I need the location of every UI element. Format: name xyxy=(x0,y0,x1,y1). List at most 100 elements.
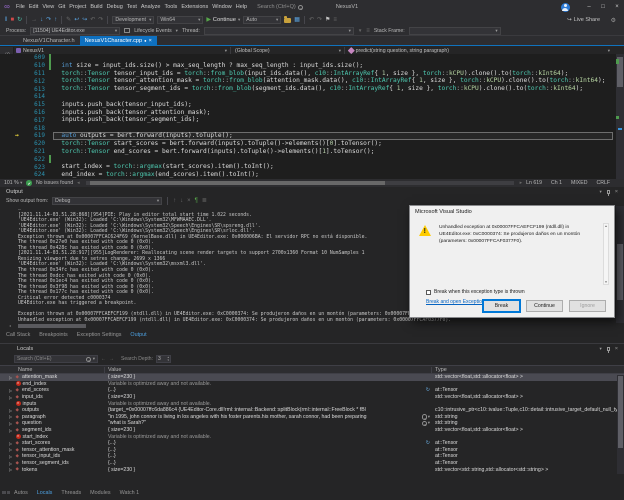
expand-icon[interactable]: ▷ xyxy=(9,467,14,472)
close-button[interactable]: × xyxy=(610,0,624,14)
menu-git[interactable]: Git xyxy=(56,4,67,10)
breakpoint-margin[interactable] xyxy=(15,62,23,70)
search-depth-stepper[interactable]: 3 ▴ ▾ xyxy=(155,355,171,363)
dialog-scrollbar[interactable]: ▴ ▾ xyxy=(603,223,609,285)
navigate-forward-icon[interactable]: ↪ xyxy=(82,15,87,25)
breakpoint-margin[interactable] xyxy=(15,171,23,179)
menu-analyze[interactable]: Analyze xyxy=(139,4,163,10)
table-row[interactable]: × end_index Variable is optimized away and… xyxy=(0,381,624,388)
table-row[interactable]: ▷ ◆ segment_ids{ size=230 } std::vector<flo… xyxy=(0,427,624,434)
flag-threads-icon[interactable]: ≡ xyxy=(366,26,370,36)
expand-icon[interactable]: ▷ xyxy=(9,421,14,426)
breakpoint-margin[interactable] xyxy=(15,140,23,148)
minimize-button[interactable]: – xyxy=(582,0,596,14)
visualizer-button[interactable]: ▾ xyxy=(421,420,432,427)
expand-icon[interactable]: ▷ xyxy=(9,461,14,466)
tab-threads[interactable]: Threads xyxy=(61,490,81,496)
code-line[interactable]: 613 torch::Tensor tensor_segment_ids = to… xyxy=(15,85,616,93)
visualizer-button[interactable]: ▾ xyxy=(421,414,432,420)
table-row[interactable]: ▷ ◆ attention_mask{ size=230 } std::vector<… xyxy=(0,374,624,381)
filter-threads-icon[interactable]: ▼ xyxy=(358,26,362,36)
menu-tools[interactable]: Tools xyxy=(162,4,179,10)
breakpoint-margin[interactable] xyxy=(15,85,23,93)
solution-platform-dropdown[interactable]: Win64 ▾ xyxy=(157,16,204,24)
next-message-icon[interactable]: ↓ xyxy=(180,196,183,206)
checkbox-icon[interactable] xyxy=(426,289,431,295)
expand-icon[interactable]: ▷ xyxy=(9,454,14,459)
continue-button[interactable]: ▶ Continue ▾ xyxy=(206,17,240,23)
breakpoint-margin[interactable] xyxy=(15,54,23,62)
table-row[interactable]: × start_index Variable is optimized away a… xyxy=(0,433,624,440)
tab-nexusv1character.h[interactable]: NexusV1Character.h xyxy=(18,36,80,45)
clear-all-icon[interactable]: × xyxy=(187,196,191,206)
table-row[interactable]: ▷ ◆ end_scores {...} ↻ at::Tensor xyxy=(0,387,624,394)
menu-window[interactable]: Window xyxy=(210,4,234,10)
tab-modules[interactable]: Modules xyxy=(90,490,110,496)
pin-icon[interactable] xyxy=(606,189,610,197)
lifecycle-events-button[interactable]: Lifecycle Events xyxy=(134,28,171,34)
code-line[interactable]: 622 xyxy=(15,155,616,164)
break-button[interactable]: Break xyxy=(483,300,520,312)
close-icon[interactable]: × xyxy=(615,346,618,352)
tab-autos[interactable]: Autos xyxy=(14,490,28,496)
undo-icon[interactable]: ↶ xyxy=(90,15,95,25)
redo-icon[interactable]: ↷ xyxy=(98,15,103,25)
breakpoint-margin[interactable] xyxy=(15,163,23,171)
table-row[interactable]: ▷ ◆ input_ids{ size=230 } std::vector<float… xyxy=(0,394,624,401)
member-dropdown[interactable]: predict(string question, string paragrap… xyxy=(348,47,620,54)
code-editor[interactable]: 609 610 int size = input_ids.size() > max_… xyxy=(0,54,616,179)
thread-dropdown[interactable]: ▾ xyxy=(203,26,354,35)
search-back-icon[interactable]: ← xyxy=(101,356,106,362)
feedback-icon[interactable]: ⚙ xyxy=(611,14,616,26)
breakpoint-margin[interactable] xyxy=(15,93,23,101)
breakpoint-margin[interactable] xyxy=(15,70,23,78)
step-out-icon[interactable]: ↑ xyxy=(54,15,57,25)
breakpoint-margin[interactable] xyxy=(15,155,23,163)
menu-debug[interactable]: Debug xyxy=(105,4,125,10)
table-row[interactable]: ▷ ◆ tokens{ size=230 } std::vector<std::str… xyxy=(0,466,624,473)
menu-extensions[interactable]: Extensions xyxy=(179,4,210,10)
tab-locals[interactable]: Locals xyxy=(37,490,53,496)
restart-icon[interactable]: ↻ xyxy=(17,15,22,25)
code-line[interactable]: 609 xyxy=(15,54,616,62)
maximize-button[interactable]: □ xyxy=(596,0,610,14)
undo-group-icon[interactable]: ↶ xyxy=(309,15,314,25)
break-all-icon[interactable]: ‖ xyxy=(5,15,7,25)
edit-pen-icon[interactable]: ✎ xyxy=(66,15,71,25)
expand-icon[interactable]: ▷ xyxy=(9,447,14,452)
table-row[interactable]: ▷ ◆ start_scores {...} ↻ at::Tensor xyxy=(0,440,624,447)
column-header-value[interactable]: Value xyxy=(105,366,432,373)
collapse-all-icon[interactable]: ≣ xyxy=(202,196,207,206)
code-line[interactable]: 614 xyxy=(15,93,616,101)
open-folder-icon[interactable] xyxy=(284,16,292,23)
code-line[interactable]: 620 torch::Tensor start_scores = bert.for… xyxy=(15,140,616,148)
expand-icon[interactable]: ▷ xyxy=(9,408,14,413)
menu-test[interactable]: Test xyxy=(125,4,139,10)
breakpoint-margin[interactable] xyxy=(15,101,23,109)
live-share-button[interactable]: ↪ Live Share xyxy=(567,14,600,26)
tab-output[interactable]: Output xyxy=(130,332,146,338)
tab-watch-1[interactable]: Watch 1 xyxy=(120,490,140,496)
project-dropdown[interactable]: NexusV1 ▾ xyxy=(16,47,231,54)
column-header-type[interactable]: Type xyxy=(432,367,624,373)
code-line[interactable]: 618 xyxy=(15,124,616,132)
menu-build[interactable]: Build xyxy=(88,4,104,10)
code-line[interactable]: 610 int size = input_ids.size() > max_seq… xyxy=(15,61,616,70)
scope-dropdown[interactable]: (Global Scope) ▾ xyxy=(235,47,345,54)
breakpoint-margin[interactable] xyxy=(15,109,23,117)
code-line[interactable]: 617 inputs.push_back(tensor_segment_ids); xyxy=(15,116,616,124)
code-line[interactable]: 616 inputs.push_back(tensor_attention_mas… xyxy=(15,109,616,117)
tab-nexusv1character.cpp[interactable]: NexusV1Character.cpp ● × xyxy=(79,36,157,45)
dialog-title[interactable]: Microsoft Visual Studio xyxy=(410,206,614,218)
menu-edit[interactable]: Edit xyxy=(27,4,40,10)
table-row[interactable]: ▷ ◆ paragraph "in 1995, john connor is livi… xyxy=(0,414,624,421)
expand-icon[interactable]: ▷ xyxy=(9,388,14,393)
show-next-statement-icon[interactable]: → xyxy=(31,15,37,25)
account-avatar[interactable] xyxy=(561,2,570,12)
solution-config-dropdown[interactable]: Development ▾ xyxy=(112,16,155,24)
window-position-icon[interactable]: ▾ xyxy=(599,189,601,195)
indent-icon[interactable]: ≡ xyxy=(333,15,337,25)
table-row[interactable]: ▷ ◆ tensor_segment_ids {...} at::Tensor xyxy=(0,460,624,467)
code-line[interactable]: → 619 auto outputs = bert.forward(inputs).… xyxy=(15,131,616,140)
word-wrap-icon[interactable]: ¶ xyxy=(195,196,198,206)
